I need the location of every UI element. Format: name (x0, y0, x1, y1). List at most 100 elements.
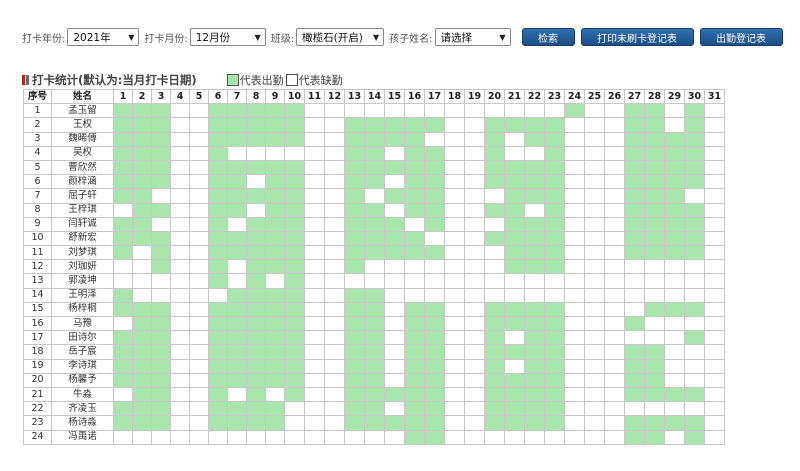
row-index: 3 (23, 131, 52, 147)
attendance-cell-present (504, 301, 525, 318)
attendance-cell-present (227, 131, 247, 147)
attendance-cell-absent (246, 429, 266, 445)
attendance-cell-absent (524, 429, 545, 445)
attendance-cell-absent (624, 401, 645, 417)
attendance-cell-present (344, 230, 365, 247)
attendance-cell-present (113, 287, 133, 303)
attendance-cell-present (113, 330, 133, 346)
table-row: 20 杨馨予 (23, 372, 725, 388)
attendance-cell-present (227, 372, 247, 388)
attendance-cell-absent (484, 273, 505, 289)
attendance-cell-present (284, 103, 305, 119)
child-name-select-value: 请选择 (440, 31, 473, 44)
attendance-cell-absent (364, 103, 385, 119)
attendance-cell-present (484, 315, 505, 332)
attendance-cell-present (208, 315, 228, 332)
attendance-cell-present (151, 245, 171, 261)
year-select[interactable]: 2021年 ▼ (67, 28, 140, 46)
attendance-cell-present (544, 330, 565, 346)
attendance-cell-present (344, 344, 365, 360)
child-name-select[interactable]: 请选择 ▼ (434, 28, 511, 46)
attendance-cell-absent (208, 429, 228, 445)
attendance-cell-present (227, 287, 247, 303)
attendance-cell-present (684, 245, 705, 261)
attendance-cell-present (624, 117, 645, 133)
attendance-cell-present (227, 401, 247, 417)
table-row: 6 颜梓涵 (23, 174, 725, 190)
attendance-cell-absent (664, 358, 685, 374)
attendance-cell-present (265, 174, 285, 190)
class-select[interactable]: 橄榄石(开启) ▼ (296, 28, 385, 46)
attendance-cell-absent (444, 230, 465, 247)
day-column-header: 15 (384, 88, 405, 105)
attendance-cell-present (544, 401, 565, 417)
attendance-cell-present (364, 315, 385, 332)
attendance-cell-present (684, 145, 705, 161)
attendance-cell-absent (304, 245, 325, 261)
attendance-cell-absent (324, 216, 345, 232)
attendance-cell-present (227, 117, 247, 133)
attendance-cell-absent (704, 174, 725, 190)
row-index: 20 (23, 372, 52, 388)
day-column-header: 2 (132, 88, 152, 105)
attendance-cell-absent (564, 245, 585, 261)
attendance-cell-absent (304, 216, 325, 232)
attendance-cell-present (132, 358, 152, 374)
attendance-cell-present (344, 358, 365, 374)
attendance-cell-present (132, 301, 152, 318)
day-column-header: 21 (504, 88, 525, 105)
attendance-cell-present (684, 159, 705, 176)
attendance-cell-present (246, 315, 266, 332)
attendance-cell-absent (304, 344, 325, 360)
attendance-cell-absent (684, 358, 705, 374)
attendance-cell-present (364, 372, 385, 388)
attendance-cell-absent (444, 188, 465, 204)
attendance-register-button[interactable]: 出勤登记表 (699, 28, 783, 46)
attendance-cell-present (151, 358, 171, 374)
attendance-cell-present (246, 386, 266, 403)
attendance-cell-present (265, 301, 285, 318)
attendance-cell-present (644, 145, 665, 161)
attendance-cell-present (644, 245, 665, 261)
attendance-cell-absent (584, 401, 605, 417)
attendance-cell-absent (265, 386, 285, 403)
attendance-cell-present (664, 301, 685, 318)
student-name: 郭凌坤 (51, 273, 114, 289)
attendance-cell-present (151, 344, 171, 360)
attendance-cell-present (664, 202, 685, 218)
attendance-cell-absent (564, 131, 585, 147)
attendance-cell-absent (664, 372, 685, 388)
attendance-cell-present (151, 372, 171, 388)
day-column-header: 17 (424, 88, 445, 105)
student-name: 李诗琪 (51, 358, 114, 374)
attendance-cell-present (624, 216, 645, 232)
day-column-header: 27 (624, 88, 645, 105)
attendance-cell-absent (189, 315, 209, 332)
attendance-cell-absent (444, 358, 465, 374)
print-unpunched-register-button[interactable]: 打印未刷卡登记表 (580, 28, 694, 46)
attendance-cell-present (284, 372, 305, 388)
month-select[interactable]: 12月份 ▼ (189, 28, 266, 46)
attendance-cell-absent (208, 287, 228, 303)
attendance-cell-present (424, 415, 445, 431)
attendance-cell-absent (524, 273, 545, 289)
day-column-header: 16 (404, 88, 425, 105)
attendance-cell-present (664, 386, 685, 403)
attendance-cell-absent (584, 372, 605, 388)
attendance-cell-present (484, 131, 505, 147)
attendance-cell-absent (444, 386, 465, 403)
chevron-down-icon: ▼ (254, 32, 261, 42)
search-button[interactable]: 检索 (521, 28, 575, 46)
attendance-cell-present (644, 372, 665, 388)
row-index: 6 (23, 174, 52, 190)
attendance-cell-absent (170, 287, 190, 303)
attendance-cell-present (504, 245, 525, 261)
attendance-cell-absent (189, 117, 209, 133)
attendance-cell-present (644, 358, 665, 374)
attendance-cell-present (227, 245, 247, 261)
row-index: 12 (23, 259, 52, 275)
attendance-cell-absent (304, 259, 325, 275)
attendance-cell-absent (644, 315, 665, 332)
attendance-cell-absent (170, 145, 190, 161)
attendance-cell-present (404, 415, 425, 431)
